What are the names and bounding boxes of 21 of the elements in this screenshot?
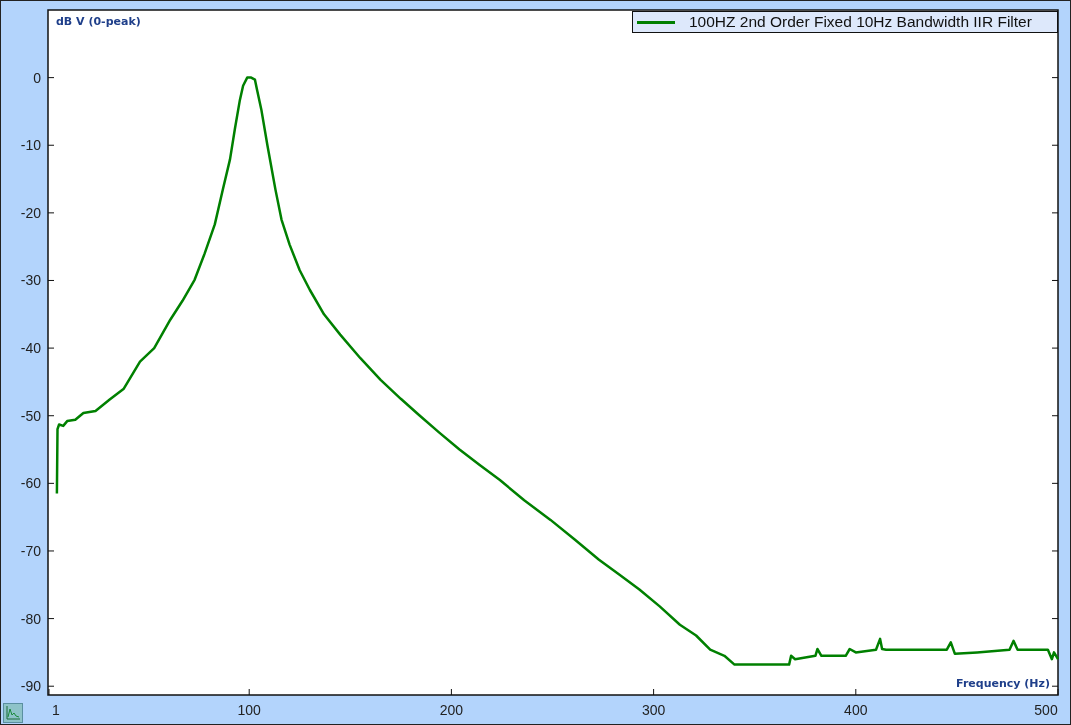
y-tick-label: -20 [20, 204, 41, 221]
x-tick-label: 400 [844, 702, 868, 718]
chart-icon[interactable] [3, 703, 23, 723]
y-tick-label: -80 [20, 610, 41, 627]
y-tick-label: -90 [20, 678, 41, 695]
y-tick-label: -70 [20, 542, 41, 559]
y-tick-label: 0 [33, 69, 41, 86]
x-tick-label: 500 [1034, 702, 1058, 718]
y-tick-label: -50 [20, 407, 41, 424]
x-tick-label: 300 [641, 702, 666, 718]
x-tick-label: 200 [439, 702, 464, 718]
y-tick-label: -60 [20, 475, 41, 492]
y-tick-label: -30 [20, 272, 41, 289]
y-axis-title: dB V (0-peak) [56, 15, 141, 28]
legend-label: 100HZ 2nd Order Fixed 10Hz Bandwidth IIR Filter [689, 13, 1032, 31]
y-tick-label: -10 [20, 137, 41, 154]
x-tick-label: 1 [52, 702, 60, 718]
y-tick-label: -40 [20, 340, 41, 357]
x-axis-title: Frequency (Hz) [956, 677, 1050, 690]
legend-swatch [637, 20, 675, 24]
x-tick-label: 100 [237, 702, 261, 718]
